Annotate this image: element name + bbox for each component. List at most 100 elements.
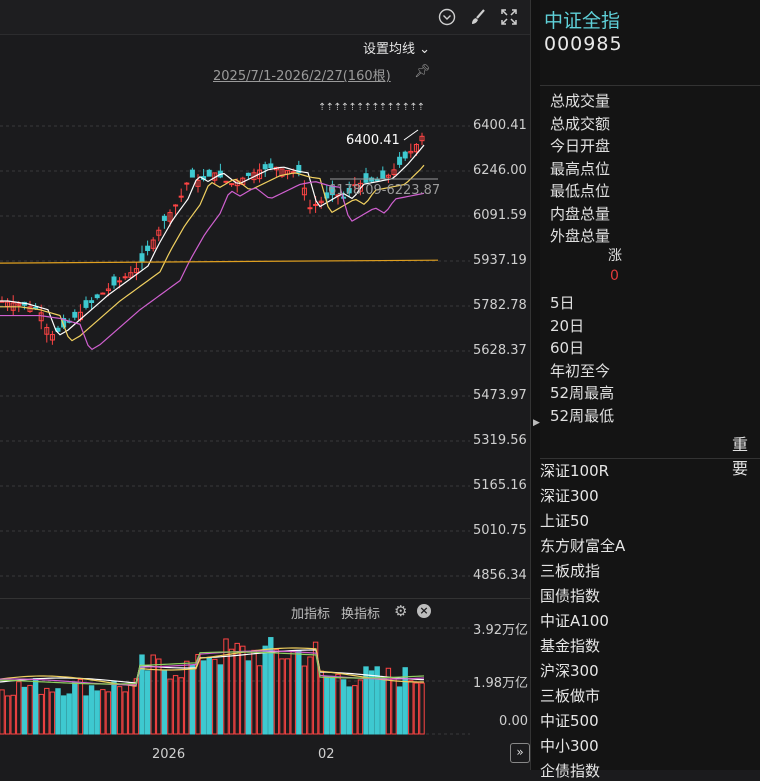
brush-icon[interactable]: [469, 8, 487, 26]
volume-bar: [279, 658, 285, 735]
expand-button[interactable]: »: [510, 743, 530, 763]
volume-bar: [88, 685, 95, 735]
candle-body: [307, 207, 313, 210]
perf-row: 5日: [550, 294, 575, 312]
index-list-item[interactable]: 中证500: [540, 710, 599, 731]
volume-bar: [49, 691, 56, 735]
index-list-item[interactable]: 深证100R: [540, 460, 609, 481]
info-row: 最低点位: [550, 182, 611, 200]
candle-body: [178, 195, 184, 198]
volume-bar: [329, 675, 336, 735]
info-row: 最高点位: [550, 160, 611, 178]
index-list-item[interactable]: 东方财富全A: [540, 535, 625, 556]
price-axis-label: 6246.00: [473, 163, 527, 178]
chevron-down-circle-icon[interactable]: [438, 8, 456, 26]
volume-bar: [128, 683, 134, 735]
rise-label: 涨: [608, 248, 622, 264]
price-axis-label: 5782.78: [473, 298, 527, 313]
range-annotation: 6178.09-6223.87: [328, 183, 440, 198]
candle-body: [363, 173, 369, 183]
add-indicator-button[interactable]: 加指标: [291, 603, 330, 622]
kline-chart-panel[interactable]: 设置均线 ⌄ 2025/7/1-2026/2/27(160根) 📌︎ 6400.…: [0, 0, 530, 770]
candle-body: [122, 276, 128, 279]
volume-axis-label: 0.00: [499, 714, 528, 729]
candle-body: [189, 169, 195, 178]
volume-bar: [256, 665, 263, 735]
index-list-item[interactable]: 中小300: [540, 735, 599, 756]
indicator-bar: [0, 598, 530, 625]
volume-bar: [116, 686, 123, 735]
volume-bar: [223, 638, 229, 735]
volume-bar: [122, 691, 128, 735]
volume-plot: [0, 627, 470, 735]
volume-bar: [402, 667, 408, 735]
volume-bar: [357, 679, 364, 735]
volume-bar: [301, 665, 308, 735]
volume-bar: [374, 666, 380, 735]
volume-bar: [368, 670, 375, 735]
volume-bar: [0, 689, 5, 735]
price-axis-label: 5937.19: [473, 253, 527, 268]
candle-body: [229, 183, 235, 186]
candle-body: [100, 292, 106, 295]
reference-line: [0, 259, 439, 264]
candle-body: [117, 280, 123, 283]
volume-bar: [133, 678, 140, 735]
volume-bar: [217, 664, 224, 735]
candle-body: [145, 245, 151, 252]
volume-bar: [178, 677, 184, 735]
price-axis-label: 5319.56: [473, 433, 527, 448]
volume-bar: [4, 695, 11, 735]
index-list-item[interactable]: 深证300: [540, 485, 599, 506]
volume-bar: [111, 681, 117, 735]
swap-indicator-button[interactable]: 换指标: [341, 603, 380, 622]
collapse-arrow-icon[interactable]: ▶: [533, 418, 540, 428]
index-list-item[interactable]: 三板做市: [540, 685, 600, 706]
annotation-arrow: [403, 129, 419, 141]
volume-bar: [352, 685, 358, 735]
info-row: 总成交额: [550, 115, 611, 133]
volume-bar: [21, 686, 28, 735]
volume-bar: [161, 669, 168, 735]
volume-bar: [144, 670, 151, 735]
candlestick-plot: 6400.416178.09-6223.87⇡ ⇡ ⇡ ⇡ ⇡ ⇡ ⇡ ⇡ ⇡ ⇡ ⇡ ⇡ ⇡ ⇡: [0, 102, 470, 577]
volume-bar: [100, 689, 106, 735]
index-code: 000985: [544, 33, 623, 55]
volume-bar: [408, 680, 414, 735]
high-annotation: 6400.41: [346, 133, 400, 148]
candle-body: [402, 151, 408, 159]
volume-axis-label: 1.98万亿: [473, 676, 528, 691]
perf-row: 60日: [550, 339, 585, 357]
rise-value: 0: [610, 268, 619, 284]
volume-bar: [262, 645, 268, 735]
index-list-item[interactable]: 上证50: [540, 510, 589, 531]
close-icon[interactable]: ×: [417, 604, 431, 618]
index-list-item[interactable]: 中证A100: [540, 610, 609, 631]
candle-body: [380, 170, 386, 180]
volume-bar: [38, 693, 44, 735]
candle-body: [223, 180, 229, 183]
price-axis-label: 5165.16: [473, 478, 527, 493]
gear-icon[interactable]: ⚙: [394, 602, 407, 620]
volume-bar: [167, 678, 173, 735]
price-axis-label: 5628.37: [473, 343, 527, 358]
volume-bar: [273, 649, 280, 735]
index-list-item[interactable]: 沪深300: [540, 660, 599, 681]
volume-bar: [212, 658, 218, 735]
volume-bar: [391, 677, 397, 735]
volume-bar: [72, 681, 78, 735]
index-list-item[interactable]: 基金指数: [540, 635, 600, 656]
index-list-item[interactable]: 国债指数: [540, 585, 600, 606]
volume-bar: [105, 691, 112, 735]
candle-body: [268, 163, 274, 169]
volume-bar: [234, 642, 240, 735]
volume-bar: [10, 694, 16, 735]
price-axis-label: 6400.41: [473, 118, 527, 133]
candle-body: [206, 169, 212, 177]
fullscreen-icon[interactable]: [500, 8, 518, 26]
candle-body: [94, 294, 100, 299]
index-list-item[interactable]: 企债指数: [540, 760, 600, 781]
volume-bar: [396, 686, 403, 735]
index-list-item[interactable]: 三板成指: [540, 560, 600, 581]
volume-bar: [66, 693, 72, 735]
